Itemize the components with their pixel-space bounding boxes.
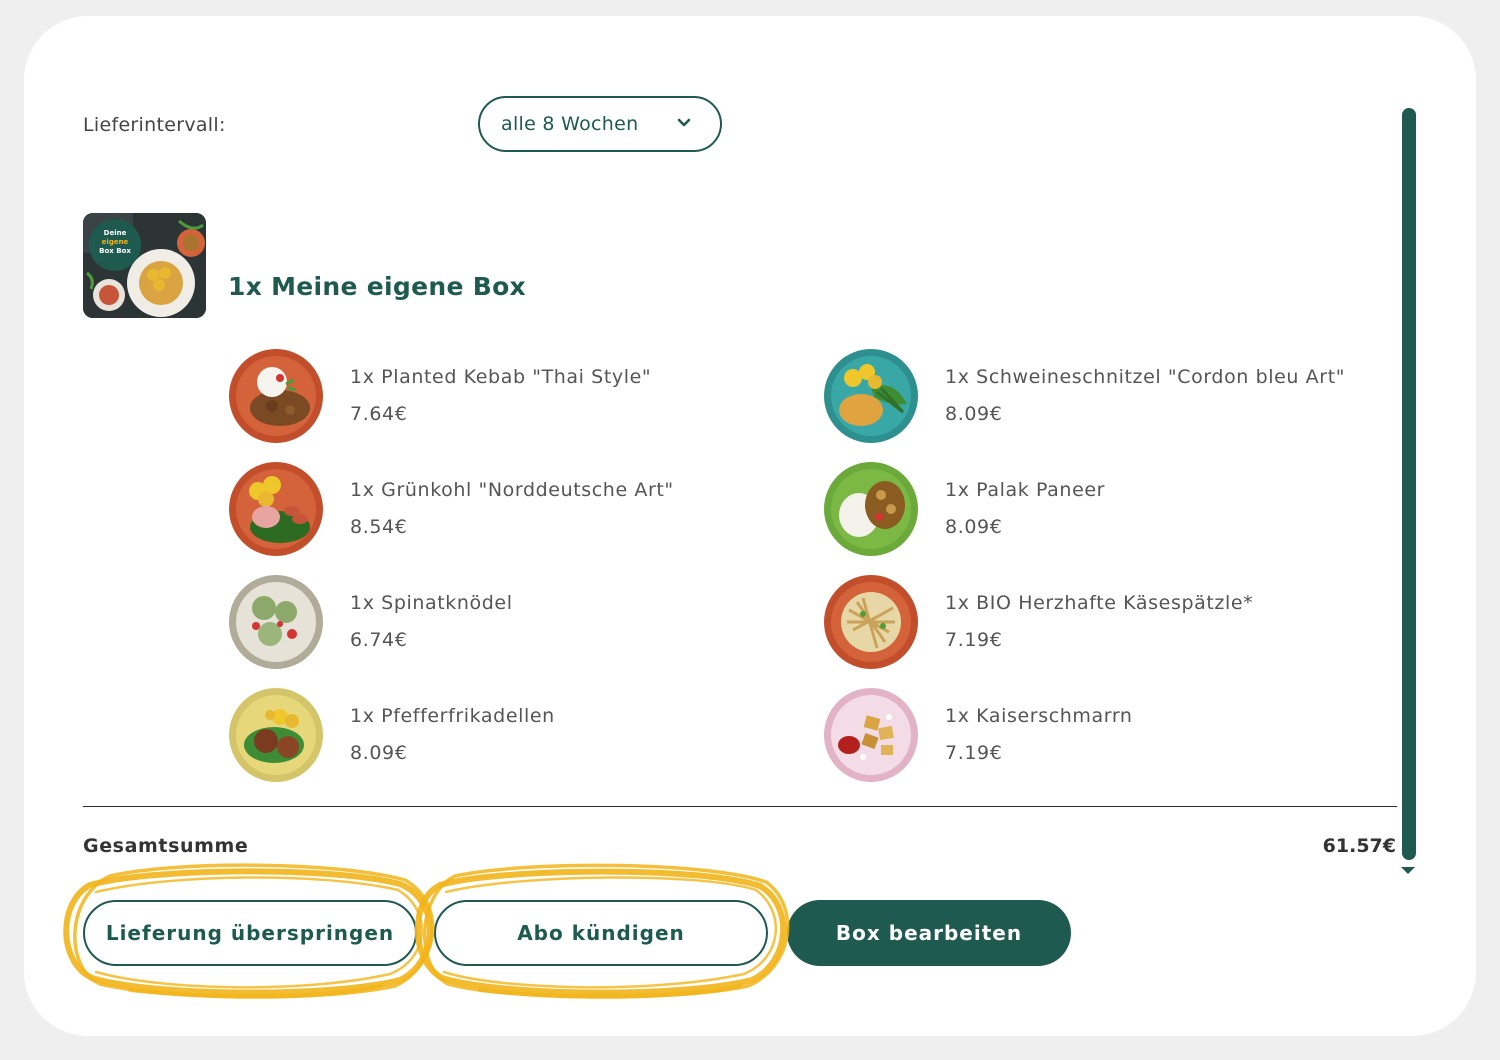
meal-image bbox=[824, 575, 918, 669]
meal-name: 1x Palak Paneer bbox=[945, 479, 1106, 501]
meal-name: 1x Schweineschnitzel "Cordon bleu Art" bbox=[945, 366, 1346, 388]
meal-price: 7.19€ bbox=[945, 629, 1003, 651]
meal-image bbox=[824, 462, 918, 556]
skip-delivery-button[interactable]: Lieferung überspringen bbox=[83, 900, 417, 966]
meal-price: 8.09€ bbox=[350, 742, 408, 764]
meal-image bbox=[824, 688, 918, 782]
meal-name: 1x Grünkohl "Norddeutsche Art" bbox=[350, 479, 674, 501]
box-title: 1x Meine eigene Box bbox=[228, 272, 526, 301]
chevron-down-icon bbox=[677, 118, 691, 127]
meal-price: 8.09€ bbox=[945, 516, 1003, 538]
list-item: 1x Schweineschnitzel "Cordon bleu Art" 8… bbox=[823, 348, 1383, 448]
box-thumbnail: Deine eigene Box Box bbox=[83, 213, 206, 318]
edit-box-button[interactable]: Box bearbeiten bbox=[787, 900, 1071, 966]
cancel-subscription-button[interactable]: Abo kündigen bbox=[434, 900, 768, 966]
delivery-interval-select[interactable]: alle 8 Wochen bbox=[478, 96, 722, 152]
delivery-interval-value: alle 8 Wochen bbox=[501, 113, 639, 135]
cancel-subscription-label: Abo kündigen bbox=[517, 921, 685, 945]
list-item: 1x Spinatknödel 6.74€ bbox=[228, 574, 788, 674]
meal-image bbox=[824, 349, 918, 443]
thumb-text-line: Deine bbox=[103, 229, 127, 237]
thumb-text-line: Box Box bbox=[99, 247, 131, 255]
list-item: 1x BIO Herzhafte Käsespätzle* 7.19€ bbox=[823, 574, 1383, 674]
meal-name: 1x Pfefferfrikadellen bbox=[350, 705, 555, 727]
meal-price: 7.64€ bbox=[350, 403, 408, 425]
divider bbox=[83, 806, 1397, 807]
meal-price: 6.74€ bbox=[350, 629, 408, 651]
total-value: 61.57€ bbox=[1322, 835, 1396, 857]
meal-name: 1x Planted Kebab "Thai Style" bbox=[350, 366, 652, 388]
list-item: 1x Planted Kebab "Thai Style" 7.64€ bbox=[228, 348, 788, 448]
meal-name: 1x BIO Herzhafte Käsespätzle* bbox=[945, 592, 1254, 614]
delivery-interval-label: Lieferintervall: bbox=[83, 114, 226, 136]
meal-image bbox=[229, 688, 323, 782]
scroll-down-arrow-icon[interactable] bbox=[1401, 867, 1415, 874]
meal-name: 1x Spinatknödel bbox=[350, 592, 513, 614]
meal-price: 7.19€ bbox=[945, 742, 1003, 764]
meal-price: 8.54€ bbox=[350, 516, 408, 538]
meal-image bbox=[229, 462, 323, 556]
list-item: 1x Pfefferfrikadellen 8.09€ bbox=[228, 687, 788, 787]
thumb-text-line: eigene bbox=[101, 238, 129, 246]
scrollbar-thumb[interactable] bbox=[1402, 108, 1416, 860]
meal-image bbox=[229, 349, 323, 443]
list-item: 1x Grünkohl "Norddeutsche Art" 8.54€ bbox=[228, 461, 788, 561]
skip-delivery-label: Lieferung überspringen bbox=[105, 921, 395, 945]
meal-name: 1x Kaiserschmarrn bbox=[945, 705, 1133, 727]
list-item: 1x Kaiserschmarrn 7.19€ bbox=[823, 687, 1383, 787]
total-label: Gesamtsumme bbox=[83, 835, 249, 857]
meal-image bbox=[229, 575, 323, 669]
edit-box-label: Box bearbeiten bbox=[835, 921, 1023, 945]
meal-price: 8.09€ bbox=[945, 403, 1003, 425]
list-item: 1x Palak Paneer 8.09€ bbox=[823, 461, 1383, 561]
